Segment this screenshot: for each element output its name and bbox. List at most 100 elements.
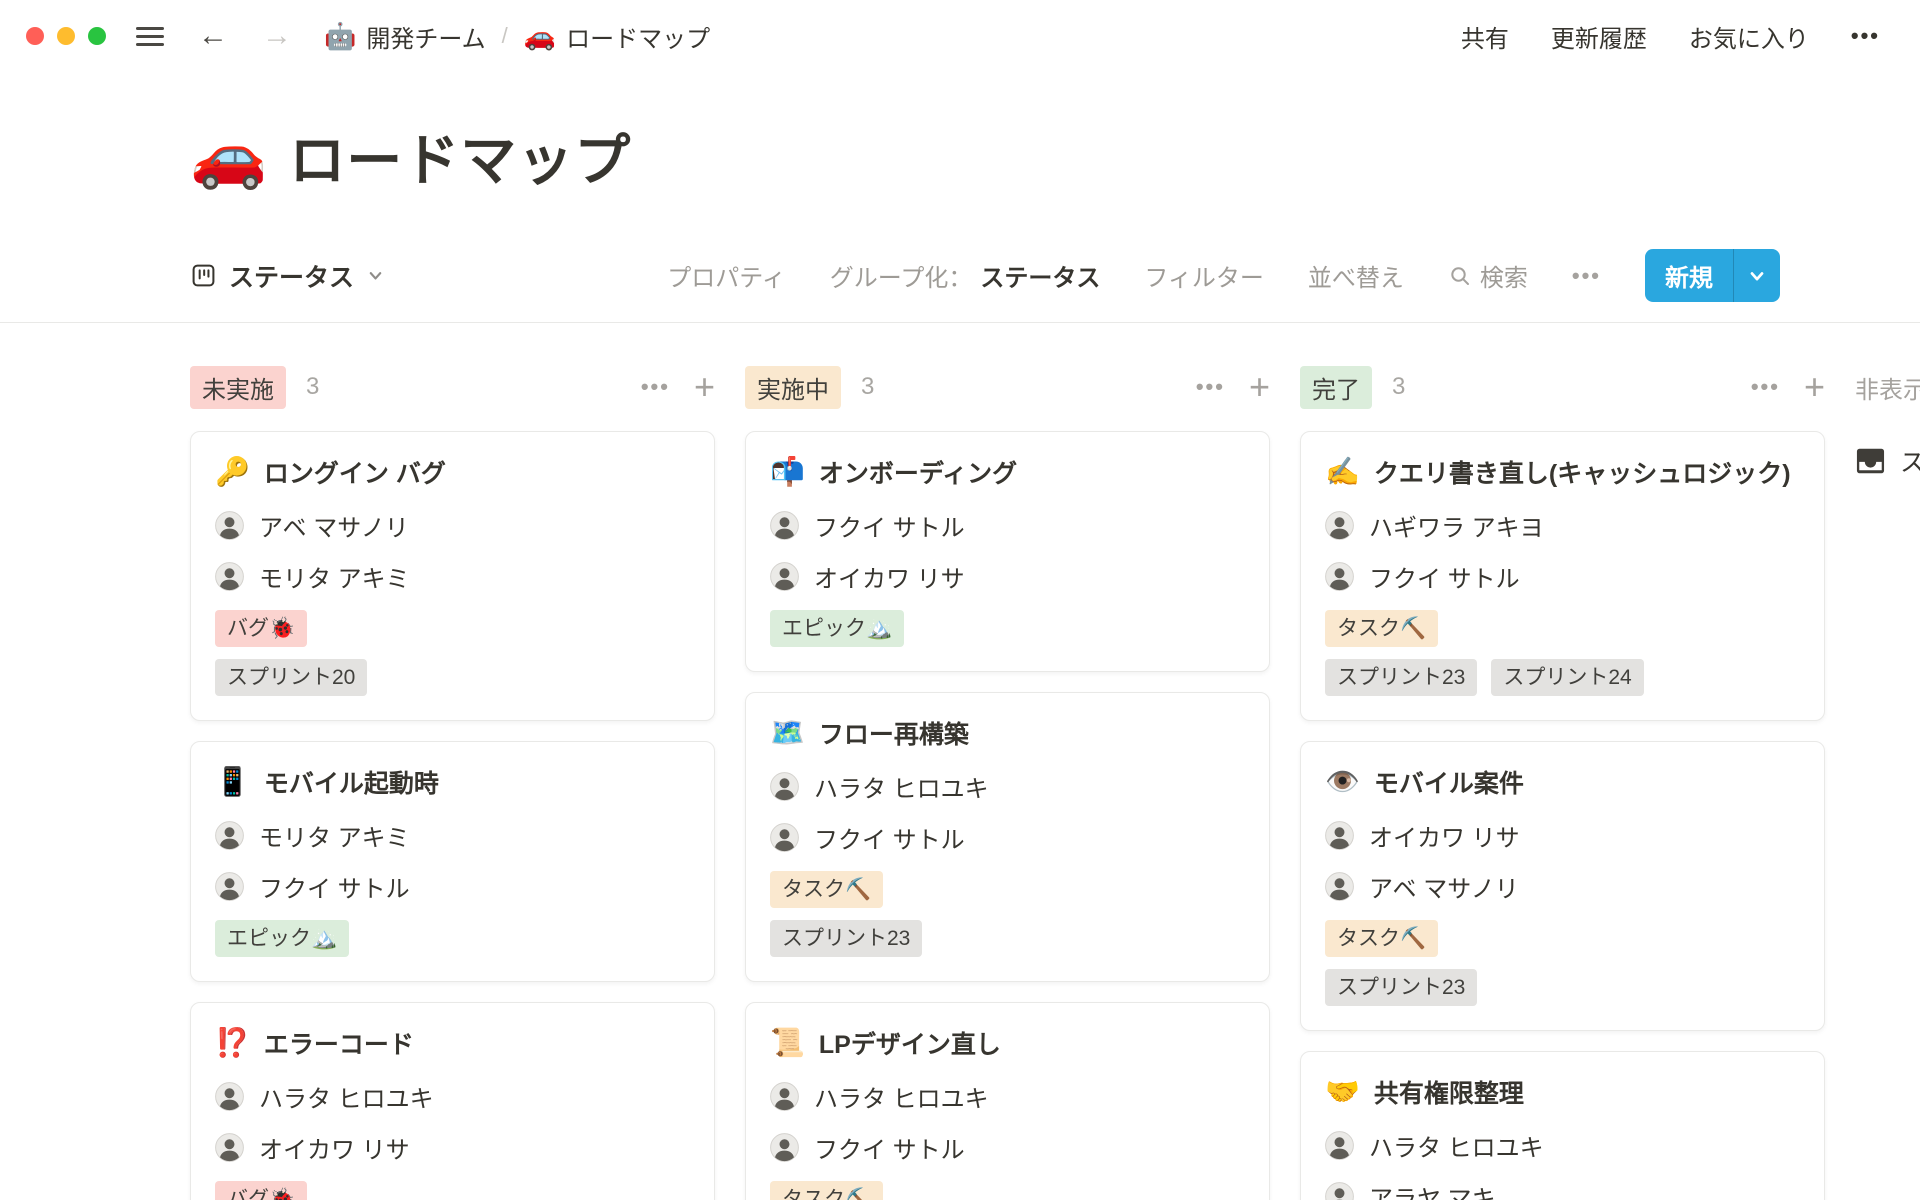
kanban-card[interactable]: 📱モバイル起動時モリタ アキミフクイ サトルエピック🏔️	[190, 741, 715, 982]
exclamation-question-icon: ⁉️	[215, 1029, 250, 1057]
avatar	[1325, 562, 1354, 591]
updates-button[interactable]: 更新履歴	[1551, 19, 1647, 54]
kanban-card[interactable]: 🤝共有権限整理ハラタ ヒロユキアラヤ マキ	[1300, 1051, 1825, 1200]
group-by-button[interactable]: グループ化： ステータス	[830, 258, 1101, 293]
assignee: アベ マサノリ	[215, 508, 690, 543]
column-status-badge[interactable]: 実施中	[745, 366, 841, 409]
avatar	[215, 872, 244, 901]
column-header: 完了 3 ••• +	[1300, 367, 1825, 407]
kanban-card[interactable]: 📬オンボーディングフクイ サトルオイカワ リサエピック🏔️	[745, 431, 1270, 672]
breadcrumb-item-roadmap[interactable]: 🚗 ロードマップ	[524, 19, 710, 54]
tag-row: タスク⛏️	[770, 1181, 1245, 1200]
kanban-card[interactable]: 🗺️ フロー再構築ハラタ ヒロユキフクイ サトルタスク⛏️ スプリント23	[745, 692, 1270, 982]
tag-pill: タスク⛏️	[770, 871, 883, 908]
close-window-icon[interactable]	[26, 27, 44, 45]
assignee-name: ハギワラ アキヨ	[1369, 508, 1544, 543]
tag-pill: スプリント23	[1325, 659, 1477, 696]
favorite-button[interactable]: お気に入り	[1689, 19, 1809, 54]
column-more-icon[interactable]: •••	[1751, 374, 1780, 400]
column-header: 未実施3•••+	[190, 367, 715, 407]
card-title: フロー再構築	[819, 715, 969, 751]
card-title-row: 🤝共有権限整理	[1325, 1074, 1800, 1110]
board-column-3: 完了3•••+✍️クエリ書き直し(キャッシュロジック)ハギワラ アキヨフクイ サ…	[1300, 367, 1825, 1200]
tray-icon	[1855, 443, 1886, 479]
more-menu-icon[interactable]: •••	[1851, 23, 1880, 49]
breadcrumb-label: 開発チーム	[366, 19, 485, 54]
kanban-card[interactable]: 📜LPデザイン直しハラタ ヒロユキフクイ サトルタスク⛏️	[745, 1002, 1270, 1200]
assignee: フクイ サトル	[770, 508, 1245, 543]
filter-button[interactable]: フィルター	[1144, 258, 1264, 293]
new-button[interactable]: 新規	[1645, 249, 1780, 302]
assignee: ハラタ ヒロユキ	[215, 1079, 690, 1114]
tag-pill: タスク⛏️	[1325, 920, 1438, 957]
column-add-card-icon[interactable]: +	[1249, 373, 1270, 402]
back-icon[interactable]: ←	[198, 21, 228, 51]
column-add-card-icon[interactable]: +	[694, 373, 715, 402]
assignee: ハラタ ヒロユキ	[770, 769, 1245, 804]
column-status-badge[interactable]: 完了	[1300, 366, 1372, 409]
assignee: オイカワ リサ	[1325, 818, 1800, 853]
avatar	[215, 1082, 244, 1111]
avatar	[770, 772, 799, 801]
assignee-name: アベ マサノリ	[1369, 869, 1519, 904]
column-more-icon[interactable]: •••	[641, 374, 670, 400]
avatar	[1325, 511, 1354, 540]
assignee: アラヤ マキ	[1325, 1179, 1800, 1200]
search-button[interactable]: 検索	[1448, 258, 1528, 293]
minimize-window-icon[interactable]	[57, 27, 75, 45]
new-button-chevron-icon[interactable]	[1734, 249, 1780, 302]
eye-icon: 👁️	[1325, 768, 1360, 796]
tag-pill: タスク⛏️	[1325, 610, 1438, 647]
column-status-badge[interactable]: 未実施	[190, 366, 286, 409]
assignee: フクイ サトル	[770, 820, 1245, 855]
toolbar-more-icon[interactable]: •••	[1572, 263, 1601, 289]
assignee-name: フクイ サトル	[1369, 559, 1520, 594]
kanban-card[interactable]: 🔑ロングイン バグアベ マサノリモリタ アキミバグ🐞スプリント20	[190, 431, 715, 721]
kanban-card[interactable]: 👁️モバイル案件オイカワ リサアベ マサノリタスク⛏️ スプリント23	[1300, 741, 1825, 1031]
column-more-icon[interactable]: •••	[1196, 374, 1225, 400]
handshake-icon: 🤝	[1325, 1078, 1360, 1106]
hidden-group-no-status[interactable]: ステータスなし	[1855, 443, 1920, 479]
hidden-group-label: ステータスなし	[1900, 443, 1920, 479]
kanban-card[interactable]: ✍️クエリ書き直し(キャッシュロジック)ハギワラ アキヨフクイ サトルタスク⛏️…	[1300, 431, 1825, 721]
assignee-name: フクイ サトル	[814, 820, 965, 855]
sidebar-menu-icon[interactable]	[136, 27, 164, 46]
writing-hand-icon: ✍️	[1325, 458, 1360, 486]
column-add-card-icon[interactable]: +	[1804, 373, 1825, 402]
board-column-1: 未実施3•••+🔑ロングイン バグアベ マサノリモリタ アキミバグ🐞スプリント2…	[190, 367, 715, 1200]
avatar	[770, 1133, 799, 1162]
tag-row: スプリント23	[1325, 969, 1800, 1006]
view-tab-status[interactable]: ステータス	[190, 258, 385, 294]
sort-button[interactable]: 並べ替え	[1308, 258, 1404, 293]
tag-pill: タスク⛏️	[770, 1181, 883, 1200]
tag-pill: エピック🏔️	[770, 610, 904, 647]
tag-pill: スプリント23	[770, 920, 922, 957]
properties-button[interactable]: プロパティ	[667, 258, 786, 293]
group-by-value: ステータス	[980, 258, 1100, 293]
page-title[interactable]: ロードマップ	[289, 116, 631, 197]
world-map-icon: 🗺️	[770, 719, 805, 747]
robot-icon: 🤖	[324, 21, 356, 52]
assignee-name: ハラタ ヒロユキ	[1369, 1128, 1544, 1163]
tag-row: タスク⛏️	[1325, 920, 1800, 957]
assignee-name: アラヤ マキ	[1369, 1179, 1496, 1200]
column-count: 3	[861, 373, 874, 401]
zoom-window-icon[interactable]	[88, 27, 106, 45]
share-button[interactable]: 共有	[1461, 19, 1509, 54]
breadcrumb-item-team[interactable]: 🤖 開発チーム	[324, 19, 486, 54]
tag-pill: エピック🏔️	[215, 920, 349, 957]
assignee: オイカワ リサ	[215, 1130, 690, 1165]
hidden-groups-label: 非表示	[1855, 367, 1920, 407]
card-title: モバイル起動時	[264, 764, 439, 800]
assignee-name: モリタ アキミ	[259, 559, 410, 594]
page-icon-car[interactable]: 🚗	[190, 126, 267, 188]
column-count: 3	[1392, 373, 1405, 401]
card-title-row: 🗺️ フロー再構築	[770, 715, 1245, 751]
card-title-row: 👁️モバイル案件	[1325, 764, 1800, 800]
avatar	[215, 821, 244, 850]
kanban-card[interactable]: ⁉️エラーコードハラタ ヒロユキオイカワ リサバグ🐞	[190, 1002, 715, 1200]
assignee: アベ マサノリ	[1325, 869, 1800, 904]
scroll-icon: 📜	[770, 1029, 805, 1057]
tag-row: エピック🏔️	[770, 610, 1245, 647]
board-view-icon	[190, 262, 217, 289]
